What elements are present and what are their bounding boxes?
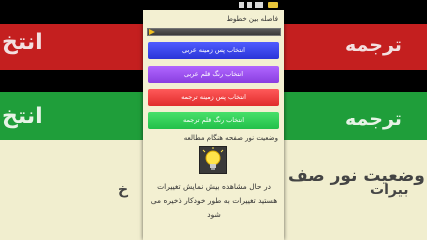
status-signal-icon <box>239 2 244 8</box>
lightbulb-on-icon <box>202 147 224 170</box>
slider-arrow-icon[interactable] <box>149 29 155 35</box>
background-heading-right: ترجمه <box>345 34 402 56</box>
status-clock-icon <box>255 2 263 8</box>
background-desc-right: بیرات <box>370 182 409 198</box>
status-wifi-icon <box>247 2 252 8</box>
translation-font-color-button[interactable]: انتخاب رنگ قلم ترجمه <box>148 112 279 129</box>
battery-icon <box>268 2 278 8</box>
preview-description: در حال مشاهده بیش نمایش تغییرات هستید تغ… <box>150 182 278 219</box>
translation-background-button[interactable]: انتخاب پس زمینه ترجمه <box>148 89 279 106</box>
arabic-background-button[interactable]: انتخاب پس زمینه عربی <box>148 42 279 59</box>
light-status-label: وضعیت نور صفحه هنگام مطالعه <box>183 134 278 142</box>
background-heading-right-2: ترجمه <box>345 108 402 130</box>
arabic-font-color-button[interactable]: انتخاب رنگ قلم عربی <box>148 66 279 83</box>
phone-screen: فاصله بین خطوط انتخاب پس زمینه عربی انتخ… <box>143 0 284 240</box>
line-spacing-slider[interactable] <box>147 28 281 36</box>
line-spacing-label: فاصله بین خطوط <box>226 15 279 23</box>
background-heading-left-2: انتخ <box>2 104 43 129</box>
background-desc-left: خ <box>118 182 129 198</box>
status-bar <box>143 0 284 10</box>
background-heading-left: انتخ <box>2 30 43 55</box>
lamp-toggle-button[interactable] <box>199 146 227 174</box>
